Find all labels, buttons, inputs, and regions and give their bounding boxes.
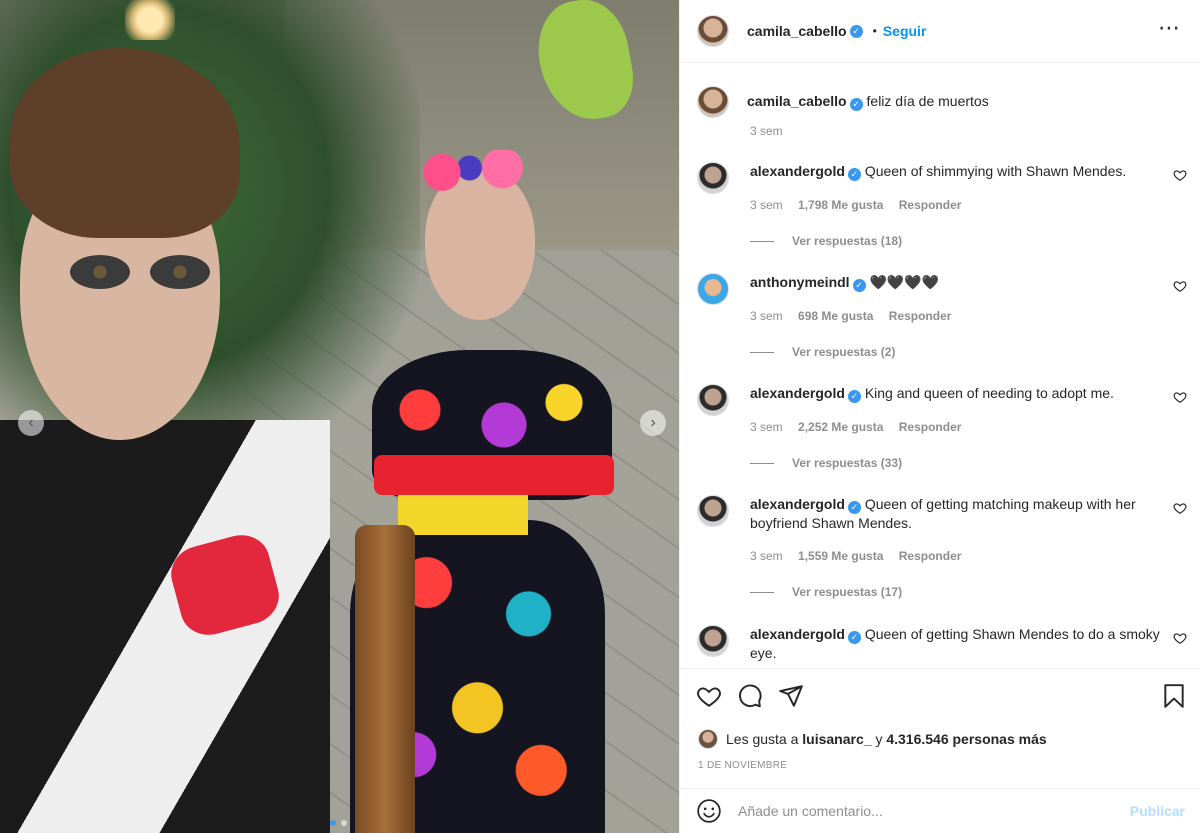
chevron-left-icon: ‹ xyxy=(28,414,34,431)
likes-count[interactable]: 4.316.546 personas más xyxy=(886,731,1046,747)
verified-badge-icon: ✓ xyxy=(847,631,861,644)
carousel-dots xyxy=(330,820,347,826)
caption-avatar[interactable] xyxy=(697,86,729,118)
heart-icon[interactable] xyxy=(1173,279,1187,293)
add-comment-bar: Publicar xyxy=(680,788,1200,833)
commenter-avatar[interactable] xyxy=(697,625,729,657)
verified-badge-icon: ✓ xyxy=(852,279,866,292)
comments-list[interactable]: camila_cabello ✓ feliz día de muertos 3 s… xyxy=(680,64,1200,668)
post-date[interactable]: 1 DE NOVIEMBRE xyxy=(698,760,787,771)
comment-time[interactable]: 3 sem xyxy=(750,198,783,212)
comment-item: alexandergold ✓ Queen of getting Shawn Me… xyxy=(697,625,1187,668)
follow-button[interactable]: Seguir xyxy=(883,23,927,39)
comment-text: King and queen of needing to adopt me. xyxy=(864,385,1114,401)
commenter-username[interactable]: alexandergold xyxy=(750,496,845,512)
caption-time[interactable]: 3 sem xyxy=(750,124,783,138)
comment-item: anthonymeindl ✓ 🖤🖤🖤🖤 3 sem 698 Me gusta R… xyxy=(697,273,1187,373)
comment-item: alexandergold ✓ Queen of shimmying with S… xyxy=(697,162,1187,262)
post-header: camila_cabello ✓ • Seguir ⋯ xyxy=(680,0,1200,63)
heart-icon[interactable] xyxy=(1173,390,1187,404)
author-avatar[interactable] xyxy=(697,15,729,47)
comment-text: 🖤🖤🖤🖤 xyxy=(869,274,940,290)
comment-likes[interactable]: 1,798 Me gusta xyxy=(798,198,883,212)
reply-button[interactable]: Responder xyxy=(899,198,962,212)
more-options-icon[interactable]: ⋯ xyxy=(1158,17,1181,39)
view-replies-button[interactable]: Ver respuestas (17) xyxy=(750,585,902,599)
reply-button[interactable]: Responder xyxy=(889,309,952,323)
publish-button[interactable]: Publicar xyxy=(1130,803,1185,819)
commenter-avatar[interactable] xyxy=(697,384,729,416)
commenter-avatar[interactable] xyxy=(697,495,729,527)
bookmark-button[interactable] xyxy=(1161,683,1187,709)
commenter-avatar[interactable] xyxy=(697,162,729,194)
chevron-right-icon: › xyxy=(650,414,656,431)
likes-summary: Les gusta a luisanarc_ y 4.316.546 perso… xyxy=(698,729,1047,749)
post-sidebar: camila_cabello ✓ • Seguir ⋯ camila_cabel… xyxy=(679,0,1200,833)
comment-button[interactable] xyxy=(737,683,763,709)
reply-button[interactable]: Responder xyxy=(899,420,962,434)
post-caption: camila_cabello ✓ feliz día de muertos 3 s… xyxy=(697,86,989,138)
likes-prefix: Les gusta a xyxy=(726,731,799,747)
likes-middle: y xyxy=(875,731,883,747)
verified-badge-icon: ✓ xyxy=(847,168,861,181)
author-username[interactable]: camila_cabello xyxy=(747,23,847,39)
carousel-prev-button[interactable]: ‹ xyxy=(18,410,44,436)
comment-item: alexandergold ✓ King and queen of needing… xyxy=(697,384,1187,484)
verified-badge-icon: ✓ xyxy=(849,24,863,38)
commenter-avatar[interactable] xyxy=(697,273,729,305)
comment-likes[interactable]: 1,559 Me gusta xyxy=(798,549,883,563)
carousel-next-button[interactable]: › xyxy=(640,410,666,436)
comment-item: alexandergold ✓ Queen of getting matching… xyxy=(697,495,1187,615)
comment-likes[interactable]: 2,252 Me gusta xyxy=(798,420,883,434)
comment-time[interactable]: 3 sem xyxy=(750,549,783,563)
heart-icon[interactable] xyxy=(1173,501,1187,515)
verified-badge-icon: ✓ xyxy=(847,390,861,403)
post-actions: Les gusta a luisanarc_ y 4.316.546 perso… xyxy=(680,668,1200,788)
comment-time[interactable]: 3 sem xyxy=(750,309,783,323)
view-replies-button[interactable]: Ver respuestas (33) xyxy=(750,456,902,470)
comment-text: Queen of shimmying with Shawn Mendes. xyxy=(864,163,1127,179)
liker-avatar[interactable] xyxy=(698,729,718,749)
view-replies-button[interactable]: Ver respuestas (18) xyxy=(750,234,902,248)
share-button[interactable] xyxy=(778,683,804,709)
commenter-username[interactable]: anthonymeindl xyxy=(750,274,850,290)
commenter-username[interactable]: alexandergold xyxy=(750,163,845,179)
comment-likes[interactable]: 698 Me gusta xyxy=(798,309,873,323)
instagram-post: ‹ › camila_cabello ✓ • Seguir ⋯ camila_c… xyxy=(0,0,1200,833)
smiley-icon[interactable] xyxy=(696,798,722,824)
commenter-username[interactable]: alexandergold xyxy=(750,626,845,642)
heart-icon[interactable] xyxy=(1173,631,1187,645)
caption-username[interactable]: camila_cabello xyxy=(747,93,847,109)
comment-time[interactable]: 3 sem xyxy=(750,420,783,434)
verified-badge-icon: ✓ xyxy=(847,501,861,514)
commenter-username[interactable]: alexandergold xyxy=(750,385,845,401)
caption-text: feliz día de muertos xyxy=(866,93,989,109)
like-button[interactable] xyxy=(696,683,722,709)
reply-button[interactable]: Responder xyxy=(899,549,962,563)
liker-username[interactable]: luisanarc_ xyxy=(802,731,871,747)
header-separator: • xyxy=(872,24,877,38)
view-replies-button[interactable]: Ver respuestas (2) xyxy=(750,345,895,359)
comment-input[interactable] xyxy=(738,803,1098,819)
heart-icon[interactable] xyxy=(1173,168,1187,182)
verified-badge-icon: ✓ xyxy=(849,98,863,111)
post-photo[interactable]: ‹ › xyxy=(0,0,679,833)
